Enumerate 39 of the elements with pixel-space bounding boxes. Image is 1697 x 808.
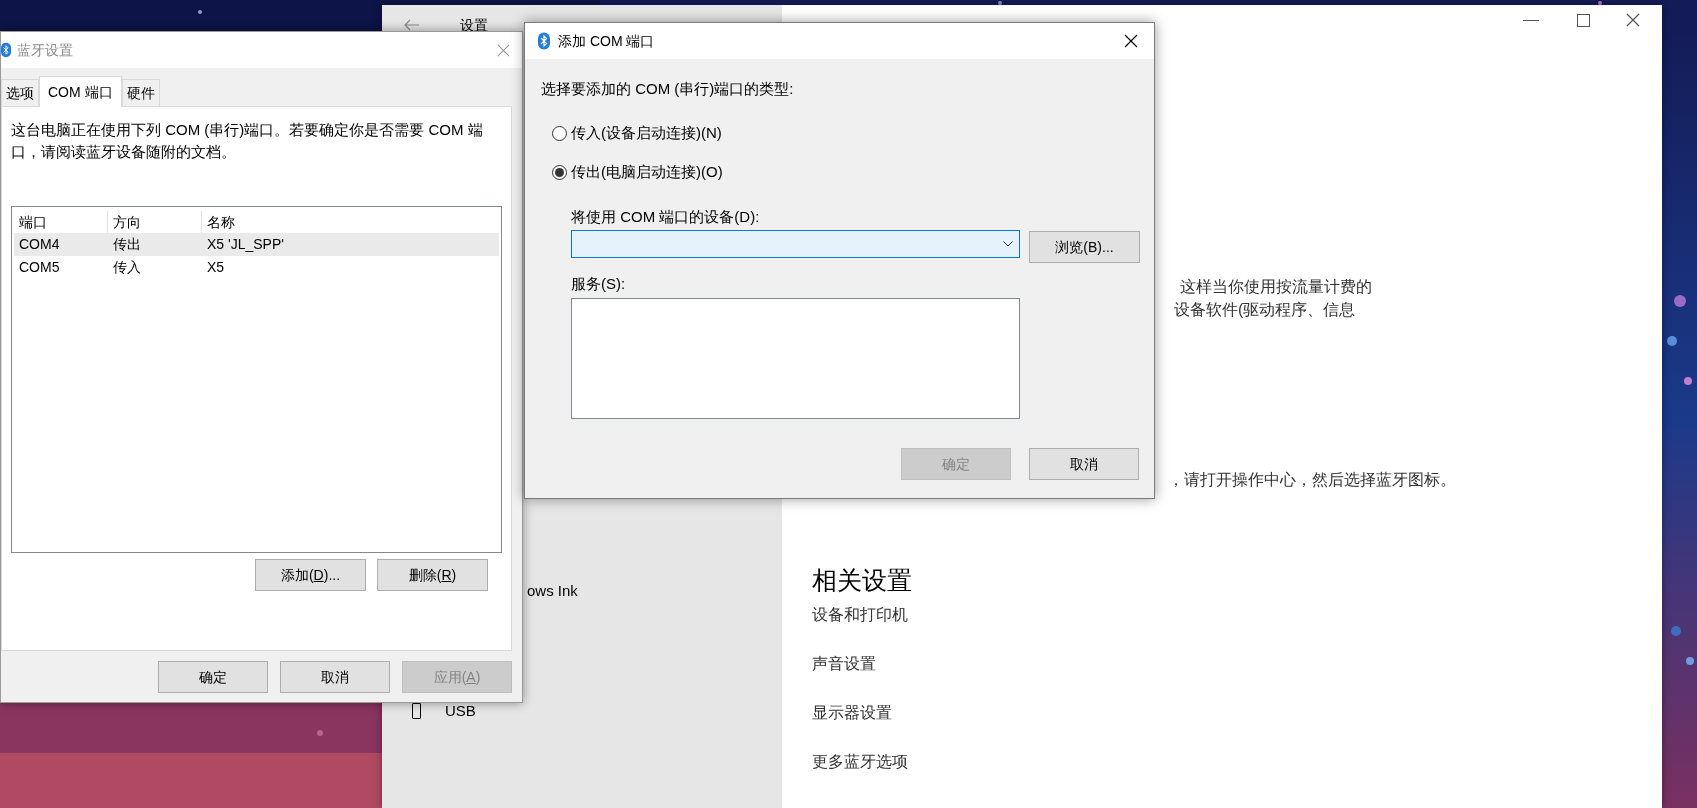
list-row[interactable]: COM4 传出 X5 'JL_SPP' [14, 233, 499, 256]
window-title: 添加 COM 端口 [558, 31, 655, 51]
table-cell-text: 传出 [112, 235, 142, 254]
body-text: 这样当你使用按流量计费的 [1180, 277, 1372, 297]
button[interactable]: 取消 [1029, 448, 1139, 480]
button[interactable]: 添加(D)... [255, 559, 366, 591]
sidebar-item[interactable]: USB [445, 699, 476, 723]
body-text: 设备软件(驱动程序、信息 [1174, 300, 1356, 320]
field-label: 将使用 COM 端口的设备(D): [571, 207, 761, 227]
tab[interactable]: 硬件 [121, 79, 160, 106]
table-cell-text: COM4 [18, 235, 61, 254]
button[interactable]: 确定 [158, 661, 268, 693]
field-label: 服务(S): [571, 274, 627, 294]
dropdown-field[interactable] [571, 230, 1020, 258]
table-cell-text: X5 [206, 258, 226, 277]
table-cell-text: X5 'JL_SPP' [206, 235, 285, 254]
settings-link[interactable]: 声音设置 [812, 652, 912, 675]
radio-button[interactable]: 传出(电脑启动连接)(O) [552, 161, 1154, 183]
window-title: 蓝牙设置 [17, 40, 73, 60]
table-cell-text: 传入 [112, 258, 142, 277]
button[interactable]: 取消 [280, 661, 390, 693]
prompt-text: 选择要添加的 COM (串行)端口的类型: [541, 79, 795, 99]
radio-button[interactable]: 传入(设备启动连接)(N) [552, 122, 1154, 144]
description-text: 这台电脑正在使用下列 COM (串行)端口。若要确定你是否需要 COM 端口，请阅读蓝牙设备随附的文档。 [11, 120, 484, 162]
sidebar-item[interactable]: ows Ink [527, 579, 578, 603]
settings-link[interactable]: 更多蓝牙选项 [812, 750, 912, 773]
button[interactable]: 删除(R) [377, 559, 488, 591]
bluetooth-icon [538, 32, 550, 50]
table-cell-text: COM5 [18, 258, 61, 277]
close-icon[interactable] [1124, 34, 1138, 48]
column-header[interactable]: 名称 [202, 211, 499, 233]
body-text: ，请打开操作中心，然后选择蓝牙图标。 [1168, 470, 1456, 490]
tab[interactable]: 选项 [1, 79, 39, 106]
tab[interactable]: COM 端口 [39, 76, 122, 107]
section-heading: 相关设置 [812, 565, 912, 596]
button[interactable]: 浏览(B)... [1029, 231, 1140, 263]
settings-link[interactable]: 显示器设置 [812, 701, 912, 724]
settings-link[interactable]: 设备和打印机 [812, 603, 912, 626]
chevron-down-icon [1003, 241, 1013, 247]
